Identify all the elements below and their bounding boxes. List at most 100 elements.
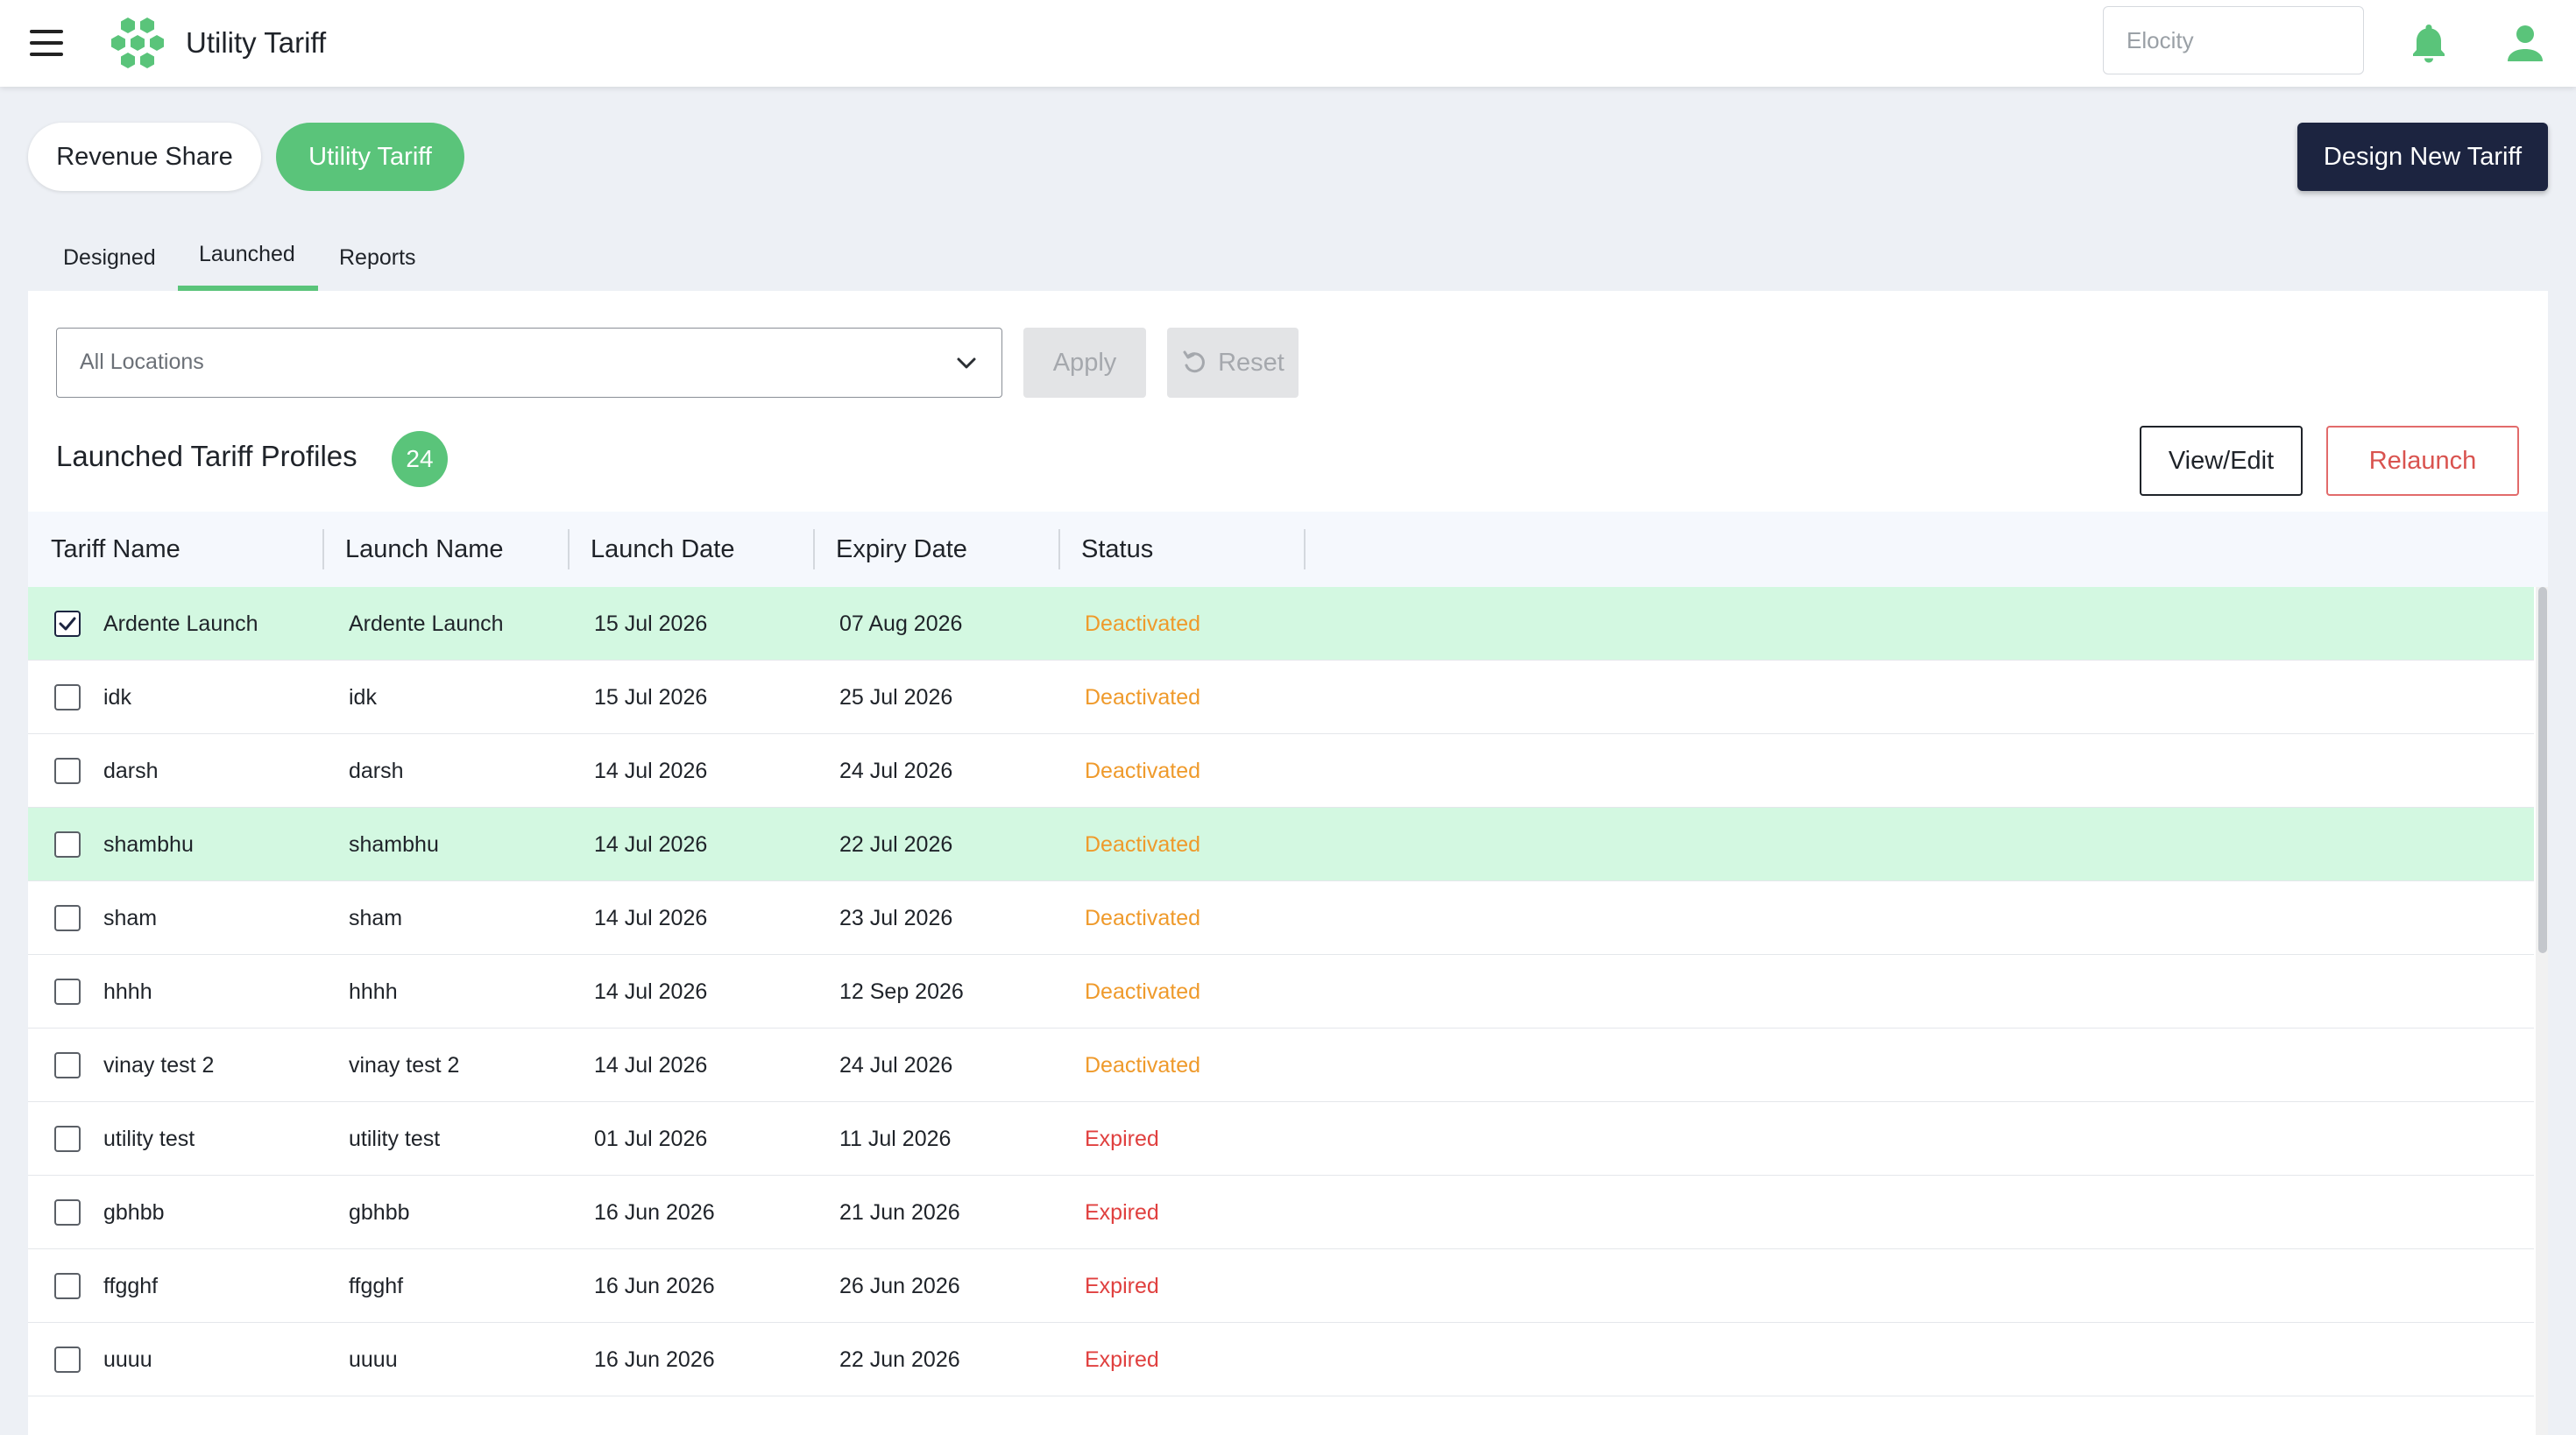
cell-expiry-date: 24 Jul 2026 bbox=[839, 758, 953, 783]
table-row[interactable]: idk idk 15 Jul 2026 25 Jul 2026 Deactivated bbox=[28, 661, 2534, 734]
column-header-tariff-name[interactable]: Tariff Name bbox=[51, 512, 180, 587]
utility-tariff-pill[interactable]: Utility Tariff bbox=[276, 123, 464, 191]
cell-tariff-name: gbhbb bbox=[103, 1199, 165, 1225]
row-checkbox[interactable] bbox=[54, 684, 81, 710]
column-header-launch-date[interactable]: Launch Date bbox=[591, 512, 734, 587]
launched-tariffs-card: All Locations Apply Reset Launched Tarif… bbox=[28, 291, 2548, 1435]
cell-launch-name: gbhbb bbox=[349, 1199, 410, 1225]
cell-tariff-name: idk bbox=[103, 684, 131, 710]
apply-button[interactable]: Apply bbox=[1023, 328, 1146, 398]
table-row[interactable]: darsh darsh 14 Jul 2026 24 Jul 2026 Deactiva… bbox=[28, 734, 2534, 808]
row-checkbox[interactable] bbox=[54, 1347, 81, 1373]
revenue-share-pill[interactable]: Revenue Share bbox=[28, 123, 261, 191]
cell-launch-name: shambhu bbox=[349, 831, 439, 857]
cell-launch-date: 14 Jul 2026 bbox=[594, 979, 708, 1004]
top-app-bar: Utility Tariff bbox=[0, 0, 2576, 87]
cell-expiry-date: 23 Jul 2026 bbox=[839, 905, 953, 930]
cell-status: Expired bbox=[1085, 1126, 1159, 1151]
cell-tariff-name: sham bbox=[103, 905, 158, 930]
view-edit-button[interactable]: View/Edit bbox=[2140, 426, 2303, 496]
column-separator bbox=[1304, 529, 1306, 569]
reset-icon bbox=[1183, 350, 1206, 373]
hexagon-cluster-logo bbox=[111, 18, 164, 68]
cell-status: Deactivated bbox=[1085, 1052, 1201, 1078]
tenant-search-input[interactable] bbox=[2103, 6, 2364, 74]
cell-tariff-name: shambhu bbox=[103, 831, 194, 857]
row-checkbox[interactable] bbox=[54, 611, 81, 637]
column-separator bbox=[813, 529, 815, 569]
app-title: Utility Tariff bbox=[186, 26, 327, 59]
cell-expiry-date: 26 Jun 2026 bbox=[839, 1273, 960, 1298]
scrollbar-thumb[interactable] bbox=[2538, 587, 2547, 953]
cell-status: Deactivated bbox=[1085, 684, 1201, 710]
table-row[interactable]: hhhh hhhh 14 Jul 2026 12 Sep 2026 Deactivate… bbox=[28, 955, 2534, 1029]
cell-launch-name: vinay test 2 bbox=[349, 1052, 460, 1078]
tab-designed[interactable]: Designed bbox=[63, 245, 156, 271]
user-account-icon[interactable] bbox=[2504, 25, 2546, 63]
cell-tariff-name: vinay test 2 bbox=[103, 1052, 215, 1078]
cell-launch-name: uuuu bbox=[349, 1347, 398, 1372]
row-checkbox[interactable] bbox=[54, 1126, 81, 1152]
location-select[interactable]: All Locations bbox=[56, 328, 1002, 398]
cell-tariff-name: uuuu bbox=[103, 1347, 152, 1372]
cell-tariff-name: utility test bbox=[103, 1126, 195, 1151]
cell-launch-date: 16 Jun 2026 bbox=[594, 1347, 715, 1372]
cell-launch-name: ffgghf bbox=[349, 1273, 404, 1298]
column-header-launch-name[interactable]: Launch Name bbox=[345, 512, 504, 587]
cell-expiry-date: 12 Sep 2026 bbox=[839, 979, 964, 1004]
location-select-value: All Locations bbox=[80, 350, 204, 374]
column-separator bbox=[568, 529, 570, 569]
row-checkbox[interactable] bbox=[54, 905, 81, 931]
cell-launch-name: darsh bbox=[349, 758, 404, 783]
cell-launch-date: 01 Jul 2026 bbox=[594, 1126, 708, 1151]
cell-tariff-name: ffgghf bbox=[103, 1273, 159, 1298]
cell-launch-date: 14 Jul 2026 bbox=[594, 905, 708, 930]
cell-status: Expired bbox=[1085, 1199, 1159, 1225]
cell-status: Deactivated bbox=[1085, 611, 1201, 636]
cell-status: Expired bbox=[1085, 1273, 1159, 1298]
table-row[interactable]: gbhbb gbhbb 16 Jun 2026 21 Jun 2026 Expired bbox=[28, 1176, 2534, 1249]
row-checkbox[interactable] bbox=[54, 1199, 81, 1226]
row-checkbox[interactable] bbox=[54, 979, 81, 1005]
row-checkbox[interactable] bbox=[54, 758, 81, 784]
cell-tariff-name: hhhh bbox=[103, 979, 152, 1004]
column-header-expiry-date[interactable]: Expiry Date bbox=[836, 512, 967, 587]
cell-launch-name: hhhh bbox=[349, 979, 398, 1004]
table-row[interactable]: ffgghf ffgghf 16 Jun 2026 26 Jun 2026 Expire… bbox=[28, 1249, 2534, 1323]
tab-reports[interactable]: Reports bbox=[339, 245, 416, 271]
column-separator bbox=[1058, 529, 1060, 569]
cell-status: Deactivated bbox=[1085, 758, 1201, 783]
table-row[interactable]: uuuu uuuu 16 Jun 2026 22 Jun 2026 Expired bbox=[28, 1323, 2534, 1396]
reset-button[interactable]: Reset bbox=[1167, 328, 1299, 398]
cell-launch-date: 16 Jun 2026 bbox=[594, 1273, 715, 1298]
cell-tariff-name: Ardente Launch bbox=[103, 611, 258, 636]
cell-launch-date: 15 Jul 2026 bbox=[594, 684, 708, 710]
table-header: Tariff Name Launch Name Launch Date Expi… bbox=[28, 512, 2548, 587]
table-row[interactable]: vinay test 2 vinay test 2 14 Jul 2026 24 Ju… bbox=[28, 1029, 2534, 1102]
cell-launch-date: 14 Jul 2026 bbox=[594, 831, 708, 857]
row-checkbox[interactable] bbox=[54, 1052, 81, 1078]
cell-launch-date: 14 Jul 2026 bbox=[594, 1052, 708, 1078]
row-checkbox[interactable] bbox=[54, 1273, 81, 1299]
bell-icon[interactable] bbox=[2410, 23, 2448, 63]
design-new-tariff-button[interactable]: Design New Tariff bbox=[2297, 123, 2548, 191]
table-row[interactable]: sham sham 14 Jul 2026 23 Jul 2026 Deactivate… bbox=[28, 881, 2534, 955]
cell-status: Deactivated bbox=[1085, 905, 1201, 930]
cell-launch-name: idk bbox=[349, 684, 377, 710]
cell-expiry-date: 21 Jun 2026 bbox=[839, 1199, 960, 1225]
checkmark-icon bbox=[59, 617, 76, 631]
column-separator bbox=[322, 529, 324, 569]
row-checkbox[interactable] bbox=[54, 831, 81, 858]
cell-status: Deactivated bbox=[1085, 979, 1201, 1004]
table-row[interactable]: utility test utility test 01 Jul 2026 11 Ju… bbox=[28, 1102, 2534, 1176]
chevron-down-icon bbox=[957, 357, 976, 369]
table-row[interactable]: Ardente Launch Ardente Launch 15 Jul 2026 0… bbox=[28, 587, 2534, 661]
count-badge: 24 bbox=[392, 431, 448, 487]
hamburger-menu-icon[interactable] bbox=[30, 30, 65, 58]
column-header-status[interactable]: Status bbox=[1081, 512, 1153, 587]
cell-launch-name: sham bbox=[349, 905, 403, 930]
relaunch-button[interactable]: Relaunch bbox=[2326, 426, 2519, 496]
table-row[interactable]: shambhu shambhu 14 Jul 2026 22 Jul 2026 Deac… bbox=[28, 808, 2534, 881]
cell-tariff-name: darsh bbox=[103, 758, 159, 783]
tab-launched[interactable]: Launched bbox=[199, 242, 295, 267]
